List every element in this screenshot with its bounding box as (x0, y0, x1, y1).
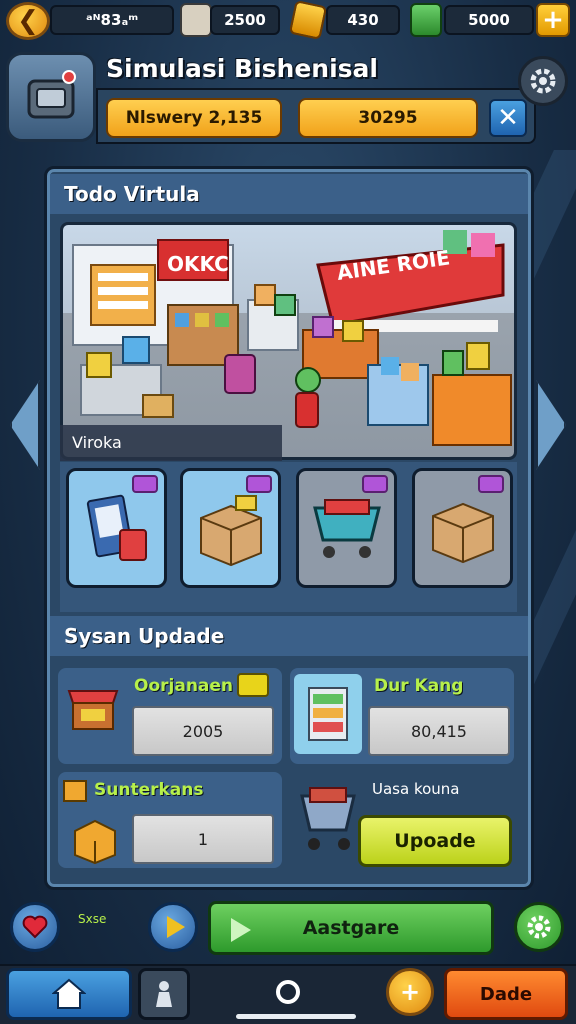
primary-action-label: Aastgare (302, 917, 400, 939)
add-currency-button[interactable]: + (536, 3, 570, 37)
cash-stack-icon (410, 3, 442, 37)
play-icon (167, 916, 185, 938)
plus-icon: + (399, 978, 421, 1006)
gold-gem-icon (288, 0, 328, 40)
resource-bar: ❮ ᵃᴺ83ₐᵐ 2500 430 5000 + (0, 0, 576, 42)
resource-paint-value: 2500 (224, 11, 266, 29)
shop-stall-icon (64, 676, 122, 734)
item-badge (478, 475, 504, 493)
plus-icon: + (542, 5, 564, 35)
prev-arrow-button[interactable] (10, 380, 40, 470)
update-button-label: Upoade (394, 830, 476, 852)
upgrade-arrow-button[interactable] (237, 673, 269, 697)
stat-pill-right: 30295 (298, 98, 478, 138)
small-package-icon (60, 778, 90, 804)
stat-pill-left-label: Nlswery 2,135 (125, 108, 263, 128)
resource-paint: 2500 (210, 5, 280, 35)
sign-left-text: OKKC (167, 252, 229, 276)
home-icon (52, 978, 86, 1009)
resource-wallet-value: ᵃᴺ83ₐᵐ (85, 11, 139, 29)
paint-bucket-icon (180, 3, 212, 37)
nav-home-button[interactable] (6, 968, 132, 1020)
scene-caption: Viroka (60, 425, 282, 461)
box-icon (431, 502, 494, 564)
play-button[interactable] (148, 902, 198, 952)
nav-trade-button[interactable]: Dade (444, 968, 568, 1020)
update-section-title: Sysan Updade (50, 616, 528, 656)
update-button[interactable]: Upoade (358, 815, 512, 867)
settings-gear-button[interactable] (514, 902, 564, 952)
back-button[interactable]: ❮ (6, 2, 50, 40)
resource-gold-value: 430 (347, 11, 379, 29)
upgrade-value-1: 2005 (132, 706, 274, 756)
avatar[interactable] (6, 52, 96, 142)
settings-button[interactable] (518, 56, 568, 106)
home-indicator (236, 1014, 356, 1019)
next-arrow-button[interactable] (536, 380, 566, 470)
package-icon (66, 810, 124, 868)
stat-pill-left: Nlswery 2,135 (106, 98, 282, 138)
primary-action-button[interactable]: Aastgare (208, 901, 494, 955)
nav-character-button[interactable] (138, 968, 190, 1020)
upgrade-helper-text: Uasa kouna (372, 780, 460, 798)
item-badge (362, 475, 388, 493)
close-icon: ✕ (497, 103, 519, 133)
resource-gold: 430 (326, 5, 400, 35)
gear-icon (530, 68, 556, 94)
nav-add-button[interactable]: + (386, 968, 434, 1016)
shelf-icon (294, 674, 362, 754)
item-badge (132, 475, 158, 493)
stat-pill-right-label: 30295 (358, 108, 418, 128)
close-button[interactable]: ✕ (489, 99, 527, 137)
gear-icon (527, 915, 551, 939)
upgrade-title-2: Dur Kang (374, 676, 464, 696)
item-card-1[interactable] (66, 468, 167, 588)
character-icon (156, 981, 172, 1007)
card-pack-icon (86, 494, 147, 561)
upgrade-value-3: 1 (132, 814, 274, 864)
nav-center-button[interactable] (264, 968, 312, 1016)
page-title: Simulasi Bishenisal (106, 54, 378, 83)
item-card-3[interactable] (296, 468, 397, 588)
store-section-title: Todo Virtula (50, 174, 528, 214)
upgrade-title-1: Oorjanaen (134, 676, 234, 696)
play-arrow-icon (231, 918, 251, 942)
item-badge (246, 475, 272, 493)
cart-upgrade-icon (296, 776, 360, 856)
upgrade-value-2: 80,415 (368, 706, 510, 756)
favorite-button[interactable] (10, 902, 60, 952)
shopping-cart-icon (312, 499, 381, 558)
item-card-4[interactable] (412, 468, 513, 588)
nav-trade-label: Dade (479, 983, 533, 1005)
small-status-label: Sxse (78, 912, 107, 926)
cash-register-icon (27, 70, 76, 119)
boxes-icon (199, 495, 262, 567)
resource-wallet: ᵃᴺ83ₐᵐ (50, 5, 174, 35)
resource-cash: 5000 (444, 5, 534, 35)
heart-icon (22, 915, 48, 939)
upgrade-title-3: Sunterkans (94, 780, 204, 800)
circle-icon (276, 980, 300, 1004)
resource-cash-value: 5000 (468, 11, 510, 29)
item-card-2[interactable] (180, 468, 281, 588)
back-arrow-icon: ❮ (17, 6, 39, 36)
